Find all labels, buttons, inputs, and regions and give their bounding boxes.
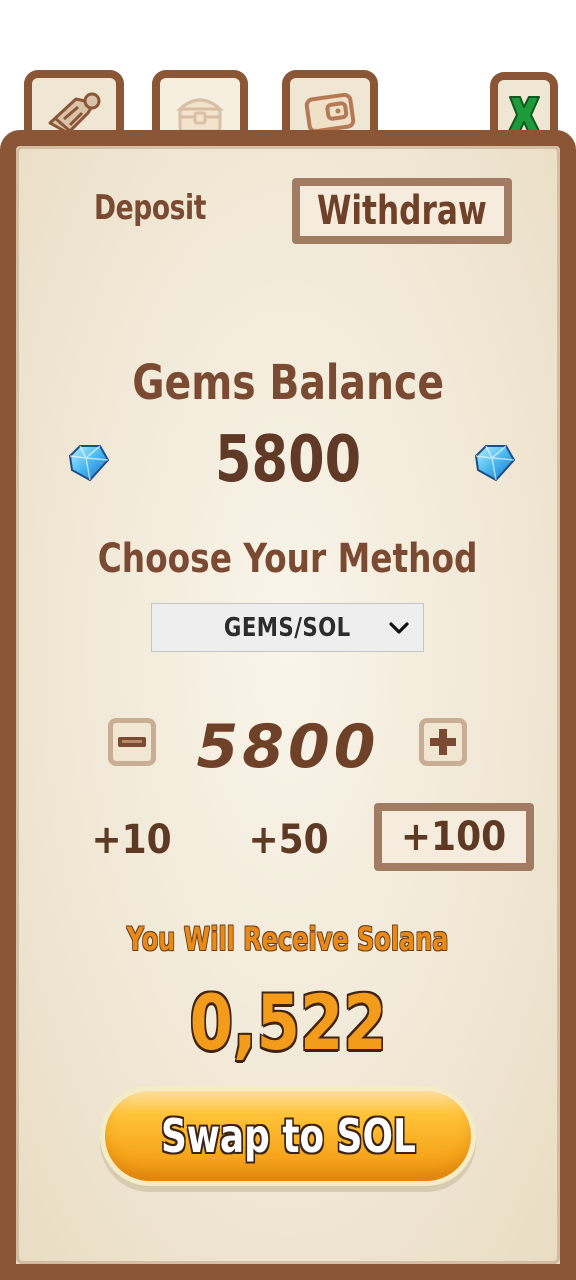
increase-button[interactable] (419, 718, 467, 766)
decrease-button[interactable] (108, 718, 156, 766)
add-100-button[interactable]: +100 (374, 803, 534, 871)
method-select-value: GEMS/SOL (224, 612, 351, 643)
method-title: Choose Your Method (98, 536, 478, 582)
plus-icon (430, 729, 456, 755)
add-10-button[interactable]: +10 (82, 812, 182, 868)
withdraw-tab[interactable]: Withdraw (292, 178, 512, 244)
gems-balance-title: Gems Balance (132, 355, 444, 411)
withdraw-tab-label: Withdraw (317, 188, 487, 234)
deposit-tab[interactable]: Deposit (94, 188, 206, 228)
gem-icon (474, 445, 516, 482)
receive-label: You Will Receive Solana (127, 920, 449, 958)
swap-to-sol-button[interactable]: Swap to SOL (100, 1086, 476, 1186)
chevron-down-icon (389, 622, 409, 634)
swap-button-label: Swap to SOL (160, 1109, 416, 1163)
minus-icon (118, 737, 146, 747)
receive-value: 0,522 (189, 978, 387, 1067)
method-select[interactable]: GEMS/SOL (151, 603, 424, 652)
add-50-button[interactable]: +50 (234, 812, 344, 868)
amount-value: 5800 (196, 712, 380, 782)
